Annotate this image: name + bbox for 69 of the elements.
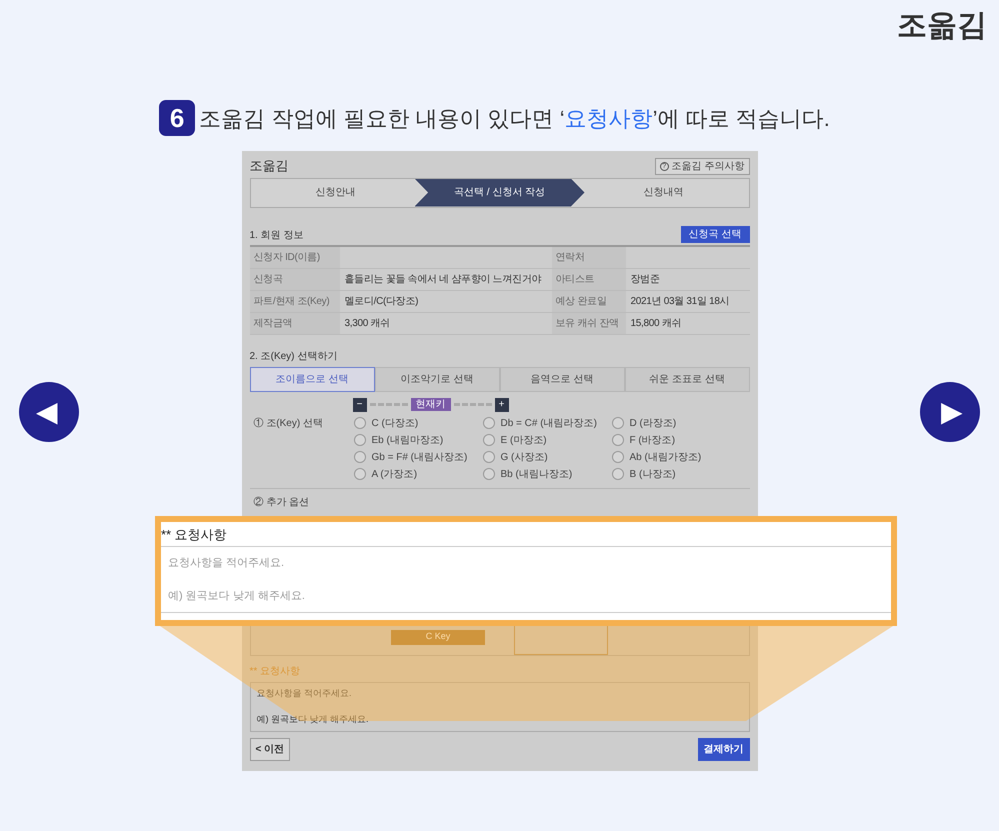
minus-button[interactable]: − [352, 398, 366, 412]
field-value: 장범준 [630, 272, 661, 286]
key-tab[interactable]: 쉬운 조표로 선택 [624, 366, 750, 392]
option-label: Gb = F# (내림사장조) [372, 450, 468, 464]
option-label: F (바장조) [630, 434, 676, 448]
field-label: 신청곡 [250, 268, 340, 290]
option-label: A (가장조) [372, 468, 418, 482]
request-field[interactable]: 요청사항을 적어주세요. 예) 원곡보다 낮게 해주세요. [250, 682, 750, 732]
progress-step: 곡선택 / 신청서 작성 [414, 178, 584, 206]
key-tab[interactable]: 조이름으로 선택 [250, 366, 374, 392]
radio-button[interactable] [354, 417, 366, 429]
dashed-track [454, 403, 492, 406]
step-number-badge: 6 [159, 100, 196, 136]
field-label: 제작금액 [250, 312, 340, 334]
logo: 조옮김 [897, 8, 987, 44]
field-label: 연락처 [552, 246, 626, 268]
key-select-label: ① 조(Key) 선택 [252, 416, 324, 430]
option-label: E (마장조) [500, 434, 547, 448]
field-label: 신청자 ID(이름) [250, 246, 340, 268]
callout-title: ** 요청사항 [161, 522, 891, 547]
option-label: Db = C# (내림라장조) [500, 416, 597, 430]
field-value: 흩들리는 꽃들 속에서 네 샴푸향이 느껴진거야 [344, 272, 542, 286]
current-key-label: 현재키 [410, 398, 450, 411]
instruction-text: 조옮김 작업에 필요한 내용이 있다면 ‘요청사항’에 따로 적습니다. [199, 104, 830, 132]
field-value: 멜로디/C(다장조) [344, 294, 420, 308]
option-label: Bb (내림나장조) [500, 468, 572, 482]
radio-button[interactable] [612, 417, 624, 429]
select-song-button[interactable]: 신청곡 선택 [680, 226, 750, 242]
field-value: 15,800 캐쉬 [630, 316, 682, 330]
dashed-track [370, 403, 408, 406]
option-label: C (다장조) [372, 416, 418, 430]
key-tab[interactable]: 음역으로 선택 [500, 366, 624, 392]
back-button[interactable]: < 이전 [250, 738, 290, 760]
radio-button[interactable] [482, 434, 494, 446]
placeholder-text: 예) 원곡보다 낮게 해주세요. [168, 588, 306, 604]
key-card-label: C Key [391, 630, 485, 644]
next-slide-button[interactable]: ▶ [920, 382, 980, 442]
extra-options-label: ② 추가 옵션 [252, 496, 310, 510]
request-title: ** 요청사항 [250, 664, 302, 678]
section-title: 1. 회원 정보 [250, 228, 304, 242]
field-label: 보유 캐쉬 잔액 [552, 312, 626, 334]
option-label: B (나장조) [630, 468, 676, 482]
pay-button[interactable]: 결제하기 [698, 738, 750, 760]
option-label: Eb (내림마장조) [372, 434, 444, 448]
radio-button[interactable] [482, 468, 494, 480]
field-value: 2021년 03월 31일 18시 [630, 294, 730, 308]
key-tab[interactable]: 이조악기로 선택 [374, 366, 500, 392]
radio-button[interactable] [612, 451, 624, 463]
radio-button[interactable] [612, 468, 624, 480]
panel-title: 조옮김 [250, 157, 288, 175]
radio-button[interactable] [354, 468, 366, 480]
previous-slide-button[interactable]: ◀ [19, 382, 79, 442]
placeholder-text: 예) 원곡보다 낮게 해주세요. [256, 713, 370, 726]
placeholder-text: 요청사항을 적어주세요. [168, 556, 286, 571]
radio-button[interactable] [354, 451, 366, 463]
radio-button[interactable] [482, 451, 494, 463]
field-label: 예상 완료일 [552, 290, 626, 312]
placeholder-text: 요청사항을 적어주세요. [256, 686, 353, 700]
option-label: D (라장조) [630, 416, 676, 430]
field-value: 3,300 캐쉬 [344, 316, 391, 330]
field-label: 파트/현재 조(Key) [250, 290, 340, 312]
option-label: G (사장조) [500, 450, 548, 464]
radio-button[interactable] [612, 434, 624, 446]
radio-button[interactable] [354, 434, 366, 446]
option-label: Ab (내림가장조) [630, 450, 702, 464]
plus-button[interactable]: + [494, 398, 508, 412]
section-title: 2. 조(Key) 선택하기 [250, 350, 338, 364]
radio-button[interactable] [482, 417, 494, 429]
field-label: 아티스트 [552, 268, 626, 290]
